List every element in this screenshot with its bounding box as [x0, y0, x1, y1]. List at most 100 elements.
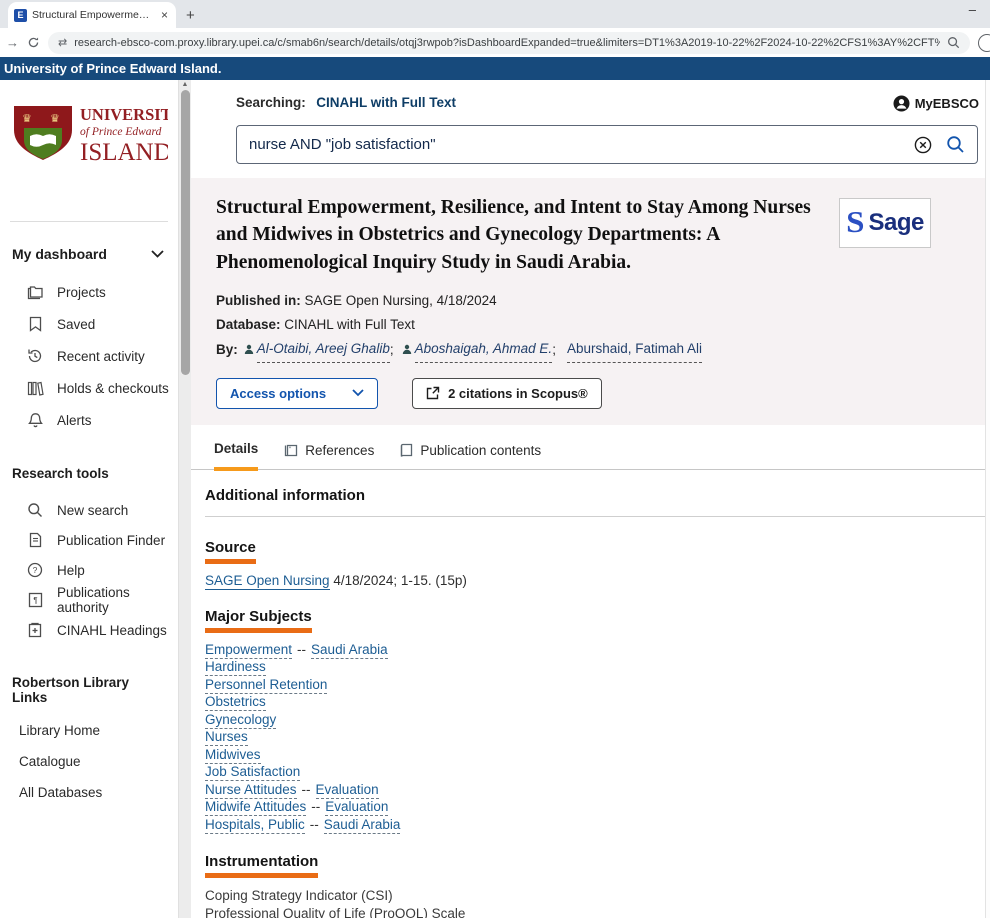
major-subjects-heading: Major Subjects [205, 608, 312, 633]
tab-close-icon[interactable]: × [159, 8, 170, 22]
url-bar[interactable]: ⇄ research-ebsco-com.proxy.library.upei.… [48, 32, 970, 54]
research-tools-nav: New search Publication Finder ? Help [0, 495, 178, 645]
by-label: By: [216, 338, 238, 362]
window-scrollbar[interactable] [985, 80, 990, 918]
content-scrollbar[interactable]: ▲ [178, 80, 191, 918]
subject-row: Personnel Retention [205, 676, 985, 694]
browser-toolbar: → ⇄ research-ebsco-com.proxy.library.upe… [0, 28, 990, 57]
source-line: SAGE Open Nursing 4/18/2024; 1-15. (15p) [205, 573, 985, 588]
library-links-nav: Library Home Catalogue All Databases [0, 715, 178, 808]
sidebar-item-recent-activity[interactable]: Recent activity [0, 340, 178, 372]
details-panel: Additional information Source SAGE Open … [191, 487, 985, 918]
logo-line1: UNIVERSITY [80, 105, 168, 124]
journal-link[interactable]: SAGE Open Nursing [205, 573, 330, 590]
sidebar-item-holds-checkouts[interactable]: Holds & checkouts [0, 372, 178, 404]
sidebar: ♛ ♛ UNIVERSITY of Prince Edward ISLAND M… [0, 80, 178, 918]
subject-link[interactable]: Nurses [205, 729, 248, 746]
subject-qualifier-link[interactable]: Saudi Arabia [324, 817, 401, 834]
sidebar-item-alerts[interactable]: Alerts [0, 404, 178, 436]
dashboard-nav: Projects Saved Recent activity [0, 276, 178, 436]
forward-icon[interactable]: → [6, 35, 19, 50]
author-profile-icon [402, 344, 412, 355]
help-icon: ? [26, 561, 44, 579]
additional-information-title: Additional information [205, 487, 985, 504]
clear-search-icon[interactable] [914, 136, 932, 154]
scrollbar-up-icon[interactable]: ▲ [179, 81, 191, 88]
svg-text:♛: ♛ [50, 113, 60, 125]
institution-banner: University of Prince Edward Island. [0, 57, 990, 80]
chevron-down-icon [352, 389, 364, 397]
site-info-icon[interactable]: ⇄ [58, 36, 67, 49]
browser-tab[interactable]: E Structural Empowerment, Resil × [8, 2, 176, 28]
sidebar-item-catalogue[interactable]: Catalogue [0, 746, 178, 777]
current-database-link[interactable]: CINAHL with Full Text [316, 95, 456, 110]
url-text: research-ebsco-com.proxy.library.upei.ca… [74, 37, 940, 49]
citations-scopus-button[interactable]: 2 citations in Scopus® [412, 378, 602, 409]
author-link[interactable]: Al-Otaibi, Areej Ghalib [257, 337, 390, 363]
tab-details[interactable]: Details [214, 441, 258, 471]
author-profile-icon [244, 344, 254, 355]
reload-icon[interactable] [27, 36, 40, 49]
myebsco-button[interactable]: MyEBSCO [893, 95, 979, 112]
sidebar-item-publication-finder[interactable]: Publication Finder [0, 525, 178, 555]
major-subjects-list: Empowerment--Saudi Arabia Hardiness Pers… [205, 641, 985, 834]
logo-line2: of Prince Edward [80, 126, 162, 138]
sidebar-item-publications-authority[interactable]: ¶ Publications authority [0, 585, 178, 615]
author-link[interactable]: Aburshaid, Fatimah Ali [567, 337, 702, 363]
sidebar-section-library-links: Robertson Library Links [0, 645, 178, 705]
zoom-page-icon[interactable] [947, 36, 960, 49]
browser-window: E Structural Empowerment, Resil × + – → … [0, 0, 990, 918]
search-header: Searching: CINAHL with Full Text MyEBSCO [191, 80, 985, 112]
subject-link[interactable]: Obstetrics [205, 694, 266, 711]
profile-icon[interactable] [978, 34, 990, 52]
instrument-item: Coping Strategy Indicator (CSI) [205, 887, 985, 905]
library-books-icon [26, 379, 44, 397]
subject-qualifier-link[interactable]: Evaluation [316, 782, 379, 799]
sidebar-item-new-search[interactable]: New search [0, 495, 178, 525]
search-submit-icon[interactable] [946, 135, 965, 154]
subject-link[interactable]: Empowerment [205, 642, 292, 659]
tab-references[interactable]: “ References [284, 443, 374, 469]
searching-label: Searching: [236, 95, 306, 110]
subject-link[interactable]: Gynecology [205, 712, 276, 729]
subject-link[interactable]: Midwife Attitudes [205, 799, 306, 816]
bell-icon [26, 411, 44, 429]
sidebar-item-all-databases[interactable]: All Databases [0, 777, 178, 808]
author-link[interactable]: Aboshaigah, Ahmad E. [415, 337, 553, 363]
database-value: CINAHL with Full Text [284, 317, 415, 332]
instrumentation-heading: Instrumentation [205, 853, 318, 878]
sidebar-item-projects[interactable]: Projects [0, 276, 178, 308]
search-input[interactable] [249, 136, 900, 153]
subject-row: Job Satisfaction [205, 763, 985, 781]
subject-qualifier-link[interactable]: Evaluation [325, 799, 388, 816]
tab-publication-contents[interactable]: Publication contents [400, 443, 541, 469]
subject-link[interactable]: Nurse Attitudes [205, 782, 297, 799]
access-options-button[interactable]: Access options [216, 378, 378, 409]
subject-link[interactable]: Personnel Retention [205, 677, 327, 694]
subject-link[interactable]: Hospitals, Public [205, 817, 305, 834]
subject-link[interactable]: Job Satisfaction [205, 764, 300, 781]
sidebar-section-my-dashboard[interactable]: My dashboard [0, 222, 178, 262]
sage-s-icon: S [846, 208, 864, 238]
sidebar-item-library-home[interactable]: Library Home [0, 715, 178, 746]
sidebar-item-cinahl-headings[interactable]: CINAHL Headings [0, 615, 178, 645]
headings-plus-icon [26, 621, 44, 639]
subject-link[interactable]: Midwives [205, 747, 261, 764]
new-tab-button[interactable]: + [186, 7, 195, 24]
subject-qualifier-link[interactable]: Saudi Arabia [311, 642, 388, 659]
article-meta: Published in: SAGE Open Nursing, 4/18/20… [216, 289, 931, 363]
source-heading: Source [205, 539, 256, 564]
minimize-button[interactable]: – [969, 2, 976, 17]
sidebar-item-help[interactable]: ? Help [0, 555, 178, 585]
search-icon [26, 501, 44, 519]
crest-crown-glyphs: ♛ [22, 113, 32, 125]
subject-link[interactable]: Hardiness [205, 659, 266, 676]
subject-row: Hardiness [205, 658, 985, 676]
subject-row: Gynecology [205, 711, 985, 729]
subject-row: Hospitals, Public--Saudi Arabia [205, 816, 985, 834]
sidebar-item-saved[interactable]: Saved [0, 308, 178, 340]
scrollbar-thumb[interactable] [181, 90, 190, 375]
database-label: Database: [216, 317, 281, 332]
section-divider [205, 516, 985, 517]
svg-text:“: “ [289, 446, 292, 453]
